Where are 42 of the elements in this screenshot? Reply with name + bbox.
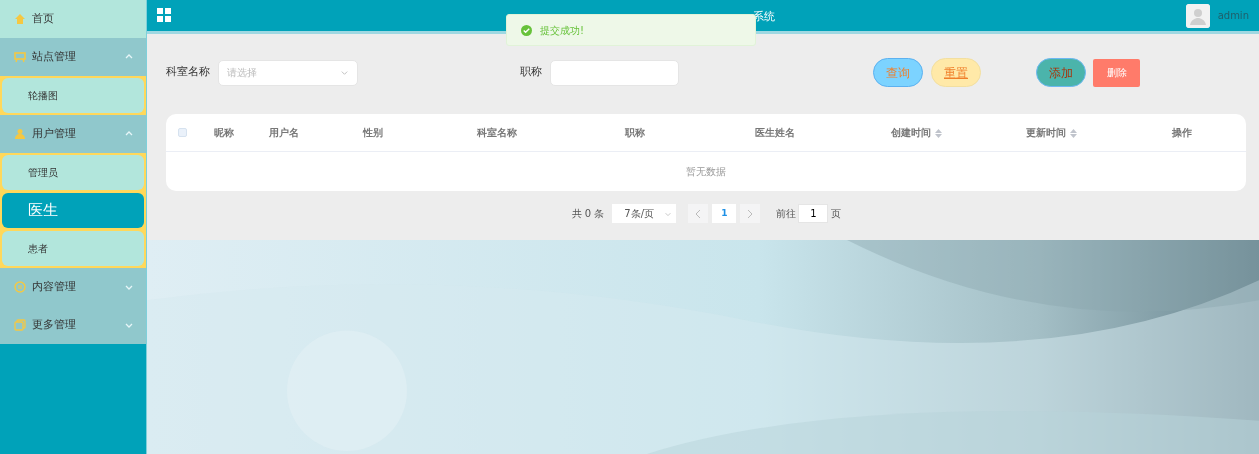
- chevron-icon: [340, 68, 349, 77]
- column-header: 用户名: [267, 126, 300, 140]
- sidebar-item[interactable]: 用户管理: [0, 115, 146, 153]
- copy-icon: [14, 319, 26, 331]
- chevron-right-icon: [747, 209, 754, 218]
- goto-label: 前往: [776, 207, 797, 221]
- field-label: 科室名称: [166, 64, 210, 81]
- sidebar-subitem[interactable]: 管理员: [2, 155, 144, 190]
- select-all-checkbox[interactable]: [177, 128, 187, 137]
- text-field[interactable]: [550, 59, 679, 86]
- page-size-select[interactable]: 7条/页: [612, 204, 677, 223]
- column-header: 科室名称: [476, 126, 518, 140]
- empty-text: 暂无数据: [685, 165, 727, 179]
- column-header[interactable]: 更新时间: [986, 125, 1117, 140]
- field-label: 职称: [520, 64, 542, 81]
- grid-menu-icon[interactable]: [157, 8, 172, 23]
- page-suffix: 页: [831, 207, 842, 221]
- column-header: 昵称: [212, 126, 235, 140]
- sidebar-item[interactable]: 更多管理: [0, 306, 146, 344]
- column-header: 职称: [623, 126, 646, 140]
- column-header[interactable]: 创建时间: [847, 125, 986, 140]
- sort-icon[interactable]: [935, 128, 942, 138]
- sidebar-item[interactable]: 站点管理: [0, 38, 146, 76]
- user-icon: [14, 128, 26, 140]
- previous-page-button[interactable]: [688, 204, 709, 223]
- column-header: 医生姓名: [754, 126, 796, 140]
- home-icon: [14, 13, 26, 25]
- column-header: 操作: [1170, 126, 1193, 140]
- sidebar-subitem[interactable]: 轮播图: [2, 78, 144, 113]
- total-count: 共 0 条: [571, 207, 605, 221]
- sidebar-subitem[interactable]: 患者: [2, 231, 144, 266]
- page-input[interactable]: 1: [798, 204, 829, 223]
- toast-message: 提交成功!: [540, 23, 584, 38]
- sidebar-item[interactable]: 内容管理: [0, 268, 146, 306]
- avatar-icon[interactable]: [1185, 3, 1210, 28]
- check-circle-icon: [521, 24, 532, 36]
- next-page-button[interactable]: [740, 204, 761, 223]
- board-icon: [14, 51, 26, 63]
- chat-bubble-icon: [14, 281, 26, 293]
- chevron-left-icon: [695, 209, 702, 218]
- sort-icon[interactable]: [1070, 128, 1077, 138]
- column-header: 性别: [361, 126, 384, 140]
